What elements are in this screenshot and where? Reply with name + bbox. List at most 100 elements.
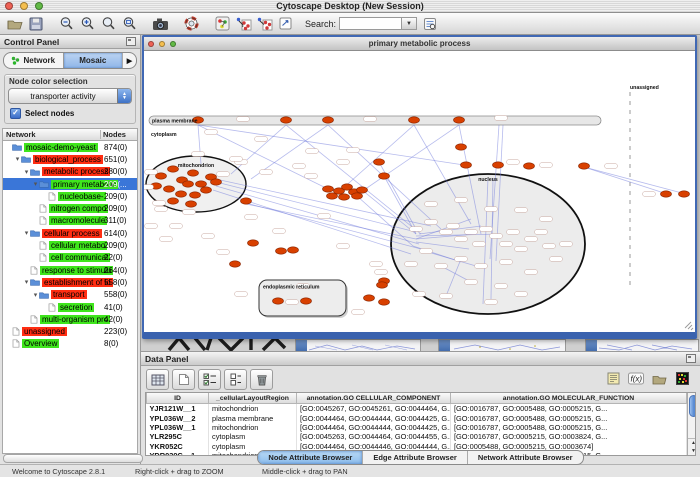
network-node[interactable] — [661, 191, 672, 197]
table-column-header[interactable]: ID — [147, 393, 209, 404]
network-node-label[interactable] — [145, 224, 158, 229]
network-node-label[interactable] — [405, 262, 418, 267]
table-row[interactable]: YPL036W__2plasma membrane[GO:0044464, GO… — [147, 413, 687, 422]
tree-row[interactable]: Overview8(0) — [3, 338, 137, 350]
network-node-label[interactable] — [318, 214, 331, 219]
network-node-label[interactable] — [370, 262, 383, 267]
network-node[interactable] — [339, 194, 350, 200]
network-node[interactable] — [461, 162, 472, 168]
network-node[interactable] — [281, 117, 292, 123]
network-node-label[interactable] — [192, 152, 205, 157]
network-node-label[interactable] — [144, 185, 154, 190]
table-cell[interactable]: [GO:0045267, GO:0045261, GO:0044464, G..… — [297, 404, 451, 414]
import-attributes-icon[interactable] — [649, 369, 669, 388]
network-node-label[interactable] — [473, 242, 486, 247]
network-node-label[interactable] — [560, 242, 573, 247]
attribute-table-grid[interactable]: ID_cellularLayoutRegionannotation.GO CEL… — [146, 393, 687, 456]
network-node-label[interactable] — [425, 202, 438, 207]
tree-row[interactable]: cellular metabo209(0) — [3, 239, 137, 251]
network-node-label[interactable] — [305, 174, 318, 179]
resize-grip-icon[interactable] — [685, 322, 693, 330]
network-node-label[interactable] — [440, 230, 453, 235]
table-cell[interactable]: [GO:0016787, GO:0005488, GO:0005215, G..… — [451, 404, 687, 414]
search-go-icon[interactable] — [420, 15, 439, 33]
network-node-label[interactable] — [465, 280, 478, 285]
select-all-attributes-icon[interactable] — [198, 369, 221, 390]
network-node-label[interactable] — [490, 234, 503, 239]
network-node[interactable] — [183, 181, 194, 187]
network-node-label[interactable] — [245, 215, 258, 220]
network-node[interactable] — [357, 187, 368, 193]
expand-arrow-icon[interactable]: ▾ — [32, 180, 39, 188]
network-node-label[interactable] — [153, 201, 166, 206]
background-window-2[interactable] — [438, 339, 566, 351]
network-node[interactable] — [248, 240, 259, 246]
tree-row[interactable]: multi-organism pro42(0) — [3, 313, 137, 325]
table-cell[interactable]: [GO:0045263, GO:0044464, GO:0044455, G..… — [297, 432, 451, 441]
tree-row[interactable]: ▾biological_process651(0) — [3, 153, 137, 165]
network-node-label[interactable] — [352, 310, 365, 315]
network-node-label[interactable] — [420, 249, 433, 254]
network-node[interactable] — [186, 201, 197, 207]
network-node[interactable] — [493, 162, 504, 168]
network-edge[interactable] — [286, 125, 421, 234]
network-node[interactable] — [454, 117, 465, 123]
table-cell[interactable]: plasma membrane — [209, 413, 297, 422]
network-node-label[interactable] — [273, 229, 286, 234]
network-node-label[interactable] — [485, 300, 498, 305]
network-node-label[interactable] — [235, 292, 248, 297]
network-node-label[interactable] — [375, 270, 388, 275]
scrollbar-thumb[interactable] — [689, 395, 696, 417]
table-cell[interactable]: YJR121W__1 — [147, 404, 209, 414]
save-session-icon[interactable] — [26, 15, 45, 33]
network-node-label[interactable] — [306, 149, 319, 154]
network-node-label[interactable] — [455, 257, 468, 262]
network-node-label[interactable] — [535, 230, 548, 235]
network-node-label[interactable] — [605, 164, 618, 169]
tree-row[interactable]: secretion41(0) — [3, 301, 137, 313]
network-node-label[interactable] — [447, 224, 460, 229]
table-cell[interactable]: mitochondrion — [209, 404, 297, 414]
new-attribute-icon[interactable] — [172, 369, 195, 390]
background-window-1[interactable] — [295, 339, 421, 351]
table-cell[interactable]: YPL036W__2 — [147, 413, 209, 422]
layout-nodes-icon[interactable] — [234, 15, 253, 33]
network-node[interactable] — [301, 298, 312, 304]
network-node-label[interactable] — [455, 237, 468, 242]
network-node-label[interactable] — [155, 207, 168, 212]
tree-row[interactable]: ▾transport558(0) — [3, 289, 137, 301]
expand-arrow-icon[interactable]: ▾ — [32, 291, 39, 299]
network-window-titlebar[interactable]: primary metabolic process — [144, 37, 695, 51]
table-cell[interactable]: [GO:0016787, GO:0005215, GO:0003824, G..… — [451, 432, 687, 441]
layout-edges-icon[interactable] — [255, 15, 274, 33]
tree-row[interactable]: cell communicat22(0) — [3, 252, 137, 264]
expand-arrow-icon[interactable]: ▾ — [14, 155, 21, 163]
network-node-label[interactable] — [183, 210, 196, 215]
network-node-label[interactable] — [500, 260, 513, 265]
network-node-label[interactable] — [435, 264, 448, 269]
network-node[interactable] — [288, 247, 299, 253]
network-node-label[interactable] — [440, 294, 453, 299]
tab-node-attribute-browser[interactable]: Node Attribute Browser — [258, 451, 363, 464]
background-window-3[interactable] — [585, 339, 699, 351]
select-nodes-checkbox[interactable]: ✓ — [10, 108, 21, 119]
network-node[interactable] — [168, 198, 179, 204]
table-cell[interactable]: [GO:0016787, GO:0005488, GO:0005215, G..… — [451, 423, 687, 432]
network-canvas[interactable]: plasma membranecytoplasmmitochondrionnuc… — [144, 51, 695, 332]
search-input[interactable] — [339, 17, 401, 30]
tab-mosaic[interactable]: Mosaic — [64, 53, 123, 68]
tree-row[interactable]: ▾metabolic process280(0) — [3, 166, 137, 178]
tree-row[interactable]: ▾cellular process614(0) — [3, 227, 137, 239]
matrix-heatmap-icon[interactable] — [672, 369, 692, 388]
network-node-label[interactable] — [495, 116, 508, 121]
network-node-label[interactable] — [217, 172, 230, 177]
tree-row[interactable]: ▾primary metabolic209(... — [3, 178, 137, 190]
table-column-header[interactable]: annotation.GO MOLECULAR_FUNCTION — [451, 393, 687, 404]
network-node-label[interactable] — [485, 207, 498, 212]
tab-network-attribute-browser[interactable]: Network Attribute Browser — [468, 451, 583, 464]
network-node-label[interactable] — [540, 163, 553, 168]
network-node-label[interactable] — [465, 230, 478, 235]
table-row[interactable]: YLR295Ccytoplasm[GO:0045263, GO:0044464,… — [147, 432, 687, 441]
network-node-label[interactable] — [255, 137, 268, 142]
tree-row[interactable]: ▾establishment of lo558(0) — [3, 276, 137, 288]
